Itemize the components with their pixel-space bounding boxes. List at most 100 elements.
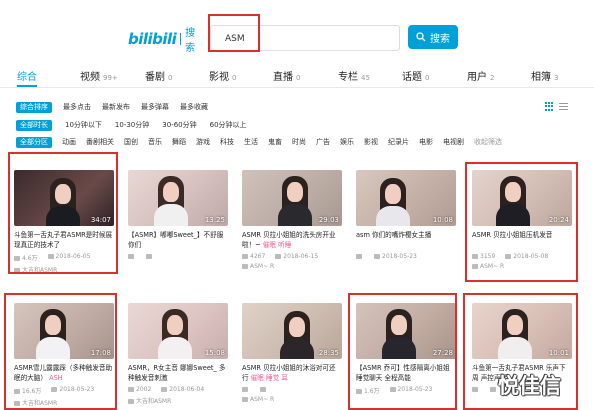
tab-label: 相簿 — [531, 72, 551, 83]
date-icon — [389, 386, 396, 392]
video-meta — [128, 253, 228, 260]
zone-option[interactable]: 鬼畜 — [268, 137, 282, 147]
video-title-suffix: 催眠 听睡 — [262, 241, 292, 249]
uploader-icon — [242, 263, 248, 269]
video-meta: 16.6万 2018-05-23 — [14, 386, 114, 395]
view-count: 3159 — [480, 253, 496, 260]
video-meta: 3159 2018-05-08 — [472, 253, 572, 260]
duration-option-under10[interactable]: 10分钟以下 — [65, 120, 102, 130]
zone-option[interactable]: 电视剧 — [443, 137, 464, 147]
tab-article[interactable]: 专栏 45 — [338, 68, 370, 83]
video-card[interactable]: 17:08 ASMR雪儿露露踩（多种触发音助眠的大脑） ASH 16.6万 201… — [14, 303, 114, 407]
sort-option-clicks[interactable]: 最多点击 — [63, 102, 91, 112]
tab-live[interactable]: 直播 0 — [273, 68, 300, 83]
video-thumbnail[interactable]: 10:01 — [472, 303, 572, 359]
sort-option-danmaku[interactable]: 最多弹幕 — [141, 102, 169, 112]
zone-option[interactable]: 电影 — [419, 137, 433, 147]
bilibili-logo[interactable]: bilibili 搜索 — [128, 28, 202, 54]
view-count: 1.6万 — [364, 388, 380, 395]
tab-label: 专栏 — [338, 72, 358, 83]
play-count-icon — [242, 386, 248, 392]
zone-option[interactable]: 番剧相关 — [86, 137, 114, 147]
zone-option[interactable]: 影视 — [364, 137, 378, 147]
upload-date: 2018-05-08 — [513, 253, 549, 260]
play-count-icon — [128, 386, 134, 392]
video-thumbnail[interactable]: 28:35 — [242, 303, 342, 359]
video-title[interactable]: asm 你们的嘴炸樱女主播 — [356, 230, 456, 250]
tab-all[interactable]: 综合 — [17, 68, 37, 87]
collapse-filters-link[interactable]: 收起筛选 — [474, 137, 502, 147]
video-title[interactable]: ASMR 贝拉小姐姐的沐浴对可还行 催眠 睡觉 耳 — [242, 363, 342, 383]
video-thumbnail[interactable]: 27:28 — [356, 303, 456, 359]
tab-bangumi[interactable]: 番剧 0 — [145, 68, 172, 83]
zone-option[interactable]: 舞蹈 — [172, 137, 186, 147]
list-view-icon[interactable] — [559, 102, 568, 111]
video-card[interactable]: 28:35 ASMR 贝拉小姐姐的沐浴对可还行 催眠 睡觉 耳 ASM~ R — [242, 303, 342, 403]
video-card[interactable]: 34:07 斗鱼第一舌丸子君ASMR是时候展现真正的技术了 4.6万 2018-0… — [14, 170, 114, 274]
video-title[interactable]: ASMR 贝拉小姐姐的洗头房开业啦！~ 催眠 听睡 — [242, 230, 342, 250]
zone-option[interactable]: 广告 — [316, 137, 330, 147]
video-title[interactable]: 斗鱼第一舌丸子君ASMR是时候展现真正的技术了 — [14, 230, 114, 250]
video-card[interactable]: 29:03 ASMR 贝拉小姐姐的洗头房开业啦！~ 催眠 听睡 4267 2018… — [242, 170, 342, 270]
uploader-icon — [14, 267, 20, 273]
sort-option-favorites[interactable]: 最多收藏 — [180, 102, 208, 112]
zone-option[interactable]: 游戏 — [196, 137, 210, 147]
video-card[interactable]: 13:25 【ASMR】嘟嘟Sweet_】不舒服你们 — [128, 170, 228, 260]
duration-option-10-30[interactable]: 10-30分钟 — [115, 120, 149, 130]
zone-option[interactable]: 动画 — [62, 137, 76, 147]
zone-option[interactable]: 时尚 — [292, 137, 306, 147]
date-icon — [161, 386, 168, 392]
uploader-name: ASM~ R — [250, 263, 275, 270]
video-card[interactable]: 15:08 ASMR，R女主音 娜娜Sweet_ 多种触发音刺激 2002 201… — [128, 303, 228, 405]
video-meta: 2018-05-23 — [356, 253, 456, 260]
tab-count: 0 — [425, 74, 430, 82]
video-title[interactable]: 【ASMR】嘟嘟Sweet_】不舒服你们 — [128, 230, 228, 250]
video-card[interactable]: 27:28 【ASMR 乔可】性感隔离小姐姐 睡觉聊天 全程高能 1.6万 201… — [356, 303, 456, 395]
video-thumbnail[interactable]: 10:08 — [356, 170, 456, 226]
search-button[interactable]: 搜索 — [408, 25, 458, 49]
uploader[interactable]: 大吉和ASMR — [128, 396, 228, 405]
tab-topic[interactable]: 话题 0 — [402, 68, 429, 83]
video-title[interactable]: ASMR，R女主音 娜娜Sweet_ 多种触发音刺激 — [128, 363, 228, 383]
search-button-label: 搜索 — [430, 33, 450, 45]
uploader[interactable]: ASM~ R — [242, 396, 342, 403]
video-thumbnail[interactable]: 17:08 — [14, 303, 114, 359]
duration-option-over60[interactable]: 60分钟以上 — [210, 120, 247, 130]
grid-view-icon[interactable] — [545, 102, 554, 111]
video-meta: 4267 2018-06-15 — [242, 253, 342, 260]
video-card[interactable]: 10:08 asm 你们的嘴炸樱女主播 2018-05-23 — [356, 170, 456, 260]
video-title[interactable]: ASMR 贝拉小姐姐压机发音 — [472, 230, 572, 250]
video-thumbnail[interactable]: 15:08 — [128, 303, 228, 359]
video-title[interactable]: ASMR雪儿露露踩（多种触发音助眠的大脑） ASH — [14, 363, 114, 383]
play-count-icon — [14, 388, 20, 394]
zone-option[interactable]: 生活 — [244, 137, 258, 147]
duration-option-all[interactable]: 全部时长 — [16, 119, 52, 131]
zone-option[interactable]: 国创 — [124, 137, 138, 147]
view-count: 4.6万 — [22, 255, 38, 262]
zone-option-all[interactable]: 全部分区 — [16, 136, 52, 148]
video-thumbnail[interactable]: 29:03 — [242, 170, 342, 226]
zone-option[interactable]: 科技 — [220, 137, 234, 147]
video-thumbnail[interactable]: 13:25 — [128, 170, 228, 226]
uploader[interactable]: 大吉和ASMR — [14, 398, 114, 407]
tab-video[interactable]: 视频 99+ — [80, 68, 118, 83]
video-thumbnail[interactable]: 20:24 — [472, 170, 572, 226]
video-card[interactable]: 20:24 ASMR 贝拉小姐姐压机发音 3159 2018-05-08 ASM~… — [472, 170, 572, 270]
duration-option-30-60[interactable]: 30-60分钟 — [162, 120, 196, 130]
video-title-suffix: 催眠 睡觉 耳 — [250, 374, 288, 382]
zone-option[interactable]: 纪录片 — [388, 137, 409, 147]
zone-option[interactable]: 娱乐 — [340, 137, 354, 147]
date-icon — [146, 253, 152, 259]
video-duration: 17:08 — [90, 349, 111, 357]
tab-album[interactable]: 相簿 3 — [531, 68, 558, 83]
tab-user[interactable]: 用户 2 — [467, 68, 494, 83]
zone-option[interactable]: 音乐 — [148, 137, 162, 147]
uploader[interactable]: ASM~ R — [472, 263, 572, 270]
uploader[interactable]: 大吉和ASMR — [14, 265, 114, 274]
video-title[interactable]: 【ASMR 乔可】性感隔离小姐姐 睡觉聊天 全程高能 — [356, 363, 456, 383]
tab-movie[interactable]: 影视 0 — [209, 68, 236, 83]
sort-option-default[interactable]: 综合排序 — [16, 101, 52, 113]
sort-option-newest[interactable]: 最新发布 — [102, 102, 130, 112]
uploader[interactable]: ASM~ R — [242, 263, 342, 270]
video-thumbnail[interactable]: 34:07 — [14, 170, 114, 226]
